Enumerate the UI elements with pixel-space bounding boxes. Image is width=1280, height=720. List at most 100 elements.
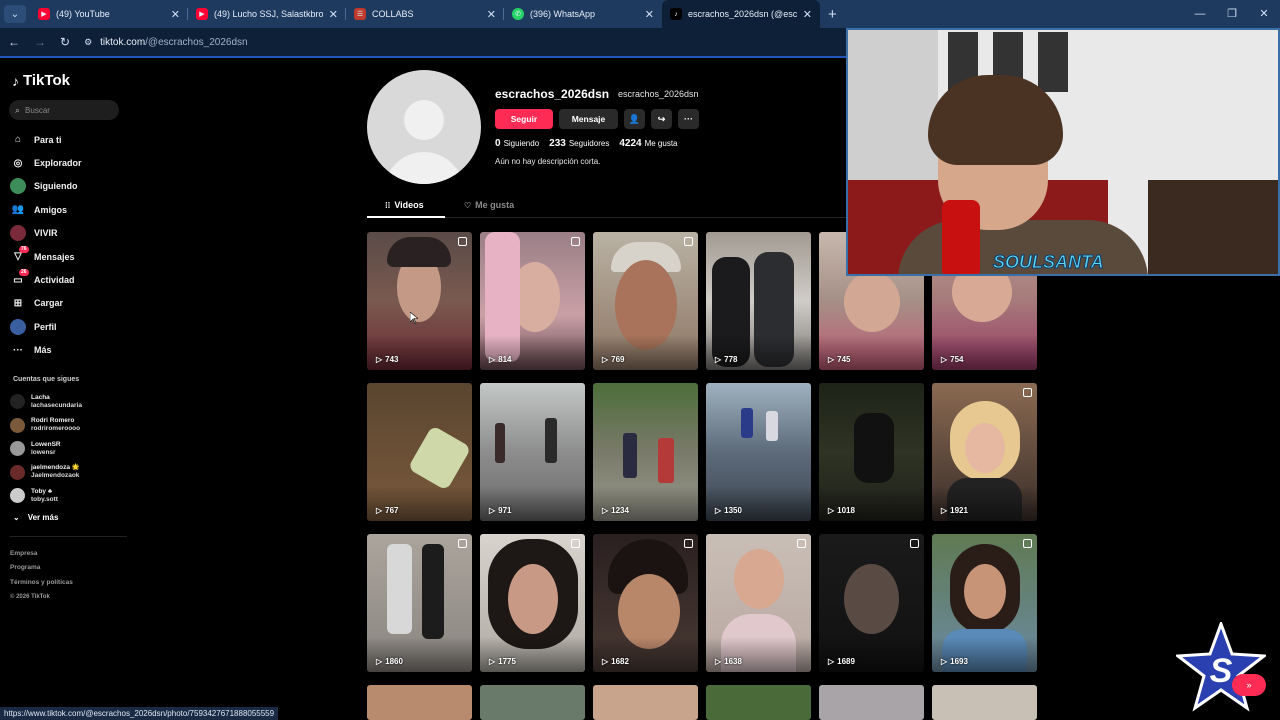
tiktok-logo[interactable]: ♪ TikTok [12, 72, 70, 89]
footer-link-empresa[interactable]: Empresa [10, 547, 73, 561]
video-thumbnail[interactable]: ▷ 1693 [932, 534, 1037, 672]
browser-tab-lucho[interactable]: ▶ (49) Lucho SSJ, Salastkbron - Co ✕ [188, 0, 346, 28]
sidebar-item-siguiendo[interactable]: Siguiendo [10, 175, 125, 198]
tab-title: (396) WhatsApp [530, 9, 596, 19]
video-thumbnail[interactable] [367, 685, 472, 720]
likes-stat: 4224 Me gusta [619, 138, 678, 149]
sidebar-item-explorador[interactable]: ◎ Explorador [10, 151, 125, 174]
following-account[interactable]: LowenSR lowensr [10, 437, 120, 461]
tab-title: escrachos_2026dsn (@escracho [688, 9, 797, 19]
svg-text:S: S [1210, 652, 1233, 690]
sidebar-item-vivir[interactable]: VIVIR [10, 222, 125, 245]
avatar [10, 417, 25, 433]
close-icon[interactable]: ✕ [645, 8, 654, 21]
site-info-icon[interactable]: ⚙ [84, 37, 92, 48]
close-window-icon[interactable]: ✕ [1248, 0, 1280, 28]
view-count: ▷ 1018 [828, 506, 855, 515]
following-stat[interactable]: 0 Siguiendo [495, 138, 539, 149]
reload-icon[interactable]: ↻ [60, 35, 70, 49]
view-count: ▷ 1860 [376, 657, 403, 666]
url-field[interactable]: ⚙ tiktok.com/@escrachos_2026dsn [84, 37, 248, 48]
browser-tab-whatsapp[interactable]: ✆ (396) WhatsApp ✕ [504, 0, 662, 28]
sidebar-item-actividad[interactable]: ▭ 26 Actividad [10, 268, 125, 291]
play-icon: ▷ [489, 657, 496, 666]
search-input[interactable]: ⌕ Buscar [9, 100, 119, 120]
video-thumbnail[interactable]: ▷ 767 [367, 383, 472, 521]
sidebar-item-amigos[interactable]: 👥 Amigos [10, 198, 125, 221]
play-icon: ▷ [941, 657, 948, 666]
following-account[interactable]: Rodri Romero rodriromeroooo [10, 414, 120, 438]
video-thumbnail[interactable]: ▷ 1682 [593, 534, 698, 672]
video-thumbnail[interactable] [480, 685, 585, 720]
message-button[interactable]: Mensaje [559, 109, 618, 129]
close-icon[interactable]: ✕ [487, 8, 496, 21]
photo-mode-icon [571, 237, 580, 246]
video-thumbnail[interactable]: ▷ 1860 [367, 534, 472, 672]
following-account[interactable]: Lacha lachasecundaria [10, 390, 120, 414]
footer-link-programa[interactable]: Programa [10, 561, 73, 575]
sidebar-item-perfil[interactable]: Perfil [10, 315, 125, 338]
sidebar-item-mas[interactable]: ··· Más [10, 339, 125, 362]
following-avatar-icon [10, 178, 26, 195]
video-thumbnail[interactable] [593, 685, 698, 720]
streamer-logo: SOULSANTA [993, 252, 1105, 273]
get-app-button[interactable]: » [1232, 674, 1266, 696]
follow-button[interactable]: Seguir [495, 109, 553, 129]
sidebar-item-cargar[interactable]: ⊞ Cargar [10, 292, 125, 315]
avatar [10, 464, 25, 480]
video-thumbnail[interactable]: ▷ 814 [480, 232, 585, 370]
photo-mode-icon [1023, 539, 1032, 548]
video-thumbnail[interactable] [706, 685, 811, 720]
browser-tab-tiktok[interactable]: ♪ escrachos_2026dsn (@escracho ✕ [662, 0, 820, 28]
view-count: ▷ 1775 [489, 657, 516, 666]
sidebar-item-mensajes[interactable]: ▽ 76 Mensajes [10, 245, 125, 268]
tab-likes[interactable]: ♡ Me gusta [464, 200, 514, 210]
following-account[interactable]: jaelmendoza 🌟 Jaelmendozaok [10, 461, 120, 485]
following-account[interactable]: Toby ♣ toby.sott [10, 484, 120, 508]
video-thumbnail[interactable]: ▷ 778 [706, 232, 811, 370]
restore-icon[interactable]: ❐ [1216, 0, 1248, 28]
upload-icon: ⊞ [13, 297, 23, 309]
sidebar-item-para-ti[interactable]: ⌂ Para ti [10, 128, 125, 151]
video-thumbnail[interactable]: ▷ 1638 [706, 534, 811, 672]
footer-link-terminos[interactable]: Términos y políticas [10, 576, 73, 590]
browser-tab-bar: ⌄ ▶ (49) YouTube ✕ ▶ (49) Lucho SSJ, Sal… [0, 0, 1280, 28]
new-tab-button[interactable]: + [828, 6, 837, 23]
avatar [10, 488, 25, 504]
messages-badge: 76 [19, 245, 29, 253]
see-more-button[interactable]: ⌄ Ver más [13, 513, 58, 522]
video-thumbnail[interactable]: ▷ 1350 [706, 383, 811, 521]
video-thumbnail[interactable] [932, 685, 1037, 720]
tiktok-icon: ♪ [12, 72, 19, 89]
video-thumbnail[interactable]: ▷ 1018 [819, 383, 924, 521]
video-thumbnail[interactable]: ▷ 971 [480, 383, 585, 521]
video-thumbnail[interactable]: ▷ 769 [593, 232, 698, 370]
browser-tab-youtube[interactable]: ▶ (49) YouTube ✕ [30, 0, 188, 28]
video-thumbnail[interactable]: ▷ 1689 [819, 534, 924, 672]
video-thumbnail[interactable]: ▷ 1775 [480, 534, 585, 672]
browser-tab-collabs[interactable]: ☰ COLLABS ✕ [346, 0, 504, 28]
video-thumbnail[interactable] [819, 685, 924, 720]
play-icon: ▷ [941, 355, 948, 364]
close-icon[interactable]: ✕ [329, 8, 338, 21]
video-thumbnail[interactable]: ▷ 1921 [932, 383, 1037, 521]
view-count: ▷ 971 [489, 506, 512, 515]
tab-videos[interactable]: ⁞⁞ Videos [385, 200, 424, 210]
video-thumbnail[interactable]: ▷ 1234 [593, 383, 698, 521]
photo-mode-icon [910, 539, 919, 548]
close-icon[interactable]: ✕ [803, 8, 812, 21]
minimize-icon[interactable]: — [1184, 0, 1216, 28]
forward-icon[interactable]: → [34, 35, 46, 49]
share-icon[interactable]: ↪ [651, 109, 672, 129]
profile-avatar[interactable] [367, 70, 481, 184]
add-friend-icon[interactable]: 👤 [624, 109, 645, 129]
video-thumbnail[interactable]: ▷ 743 [367, 232, 472, 370]
profile-bio: Aún no hay descripción corta. [495, 157, 601, 166]
close-icon[interactable]: ✕ [171, 8, 180, 21]
more-options-icon[interactable]: ··· [678, 109, 699, 129]
followers-stat[interactable]: 233 Seguidores [549, 138, 609, 149]
view-count: ▷ 1234 [602, 506, 629, 515]
grid-icon: ⁞⁞ [385, 200, 391, 210]
back-icon[interactable]: ← [8, 35, 20, 49]
tab-search-button[interactable]: ⌄ [4, 5, 26, 23]
